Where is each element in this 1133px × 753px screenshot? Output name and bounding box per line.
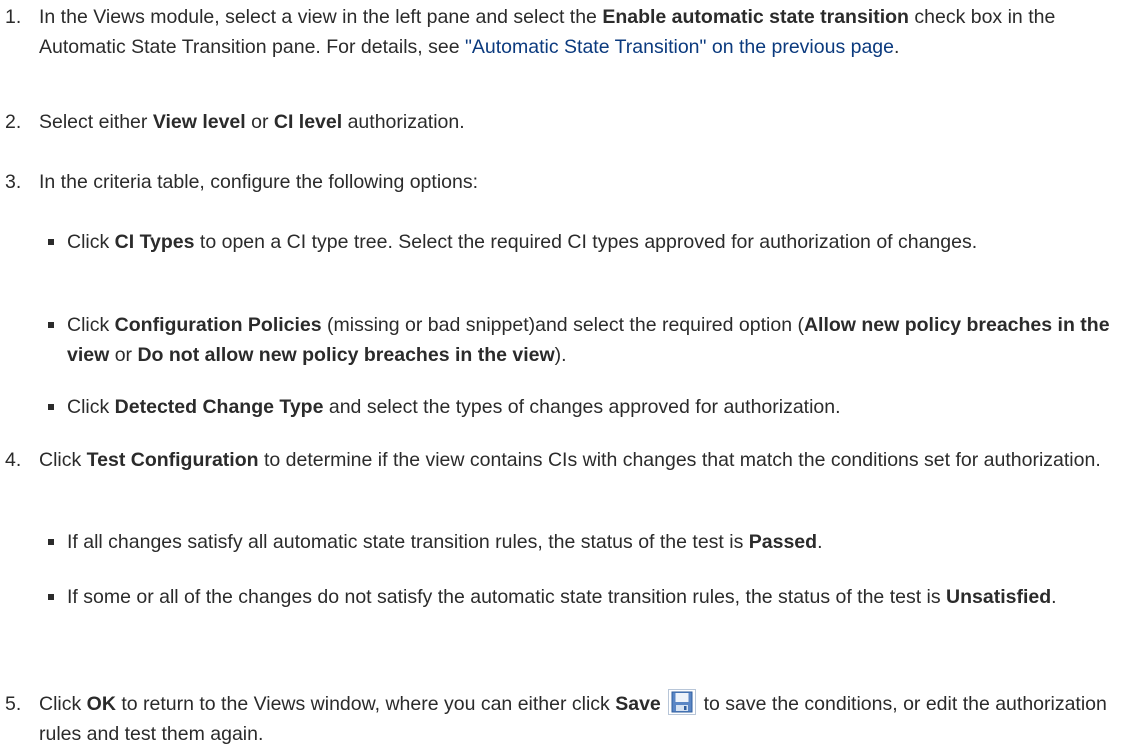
document-page: 1. In the Views module, select a view in… xyxy=(0,0,1133,753)
bullet-ci-types: Click CI Types to open a CI type tree. S… xyxy=(0,227,1120,257)
step-number: 5. xyxy=(5,693,22,715)
step-number: 2. xyxy=(5,111,22,133)
ui-term: Passed xyxy=(748,531,818,553)
save-icon[interactable] xyxy=(668,689,697,715)
text-run: . xyxy=(817,531,823,553)
bullet-configuration-policies: Click Configuration Policies (missing or… xyxy=(0,310,1120,370)
ui-term: CI level xyxy=(273,111,343,133)
ui-term: CI Types xyxy=(114,231,195,253)
bullet-text: Click Detected Change Type and select th… xyxy=(67,392,1120,422)
bullet-text: If all changes satisfy all automatic sta… xyxy=(67,527,1120,557)
text-run: and select the types of changes approved… xyxy=(323,396,841,418)
step-2: 2. Select either View level or CI level … xyxy=(0,107,1120,137)
bullet-marker xyxy=(48,539,54,545)
text-run: to open a CI type tree. Select the requi… xyxy=(194,231,978,253)
ui-term: Configuration Policies xyxy=(114,314,322,336)
text-run: Click xyxy=(39,693,87,715)
text-run: Click xyxy=(67,231,115,253)
step-number: 4. xyxy=(5,449,22,471)
bullet-marker xyxy=(48,404,54,410)
text-run: Select either xyxy=(39,111,153,133)
step-text: Click Test Configuration to determine if… xyxy=(39,445,1120,475)
text-run: to return to the Views window, where you… xyxy=(115,693,616,715)
step-text: Select either View level or CI level aut… xyxy=(39,107,1120,137)
ui-term: Unsatisfied xyxy=(946,586,1052,608)
step-1: 1. In the Views module, select a view in… xyxy=(0,2,1120,62)
text-run: . xyxy=(1051,586,1057,608)
ui-term: Test Configuration xyxy=(86,449,259,471)
step-4: 4. Click Test Configuration to determine… xyxy=(0,445,1120,475)
step-number: 1. xyxy=(5,6,22,28)
text-run: In the criteria table, configure the fol… xyxy=(39,171,479,193)
text-run: to determine if the view contains CIs wi… xyxy=(258,449,1101,471)
text-run: (missing or bad snippet)and select the r… xyxy=(321,314,804,336)
ui-term: OK xyxy=(86,693,116,715)
text-run: Click xyxy=(39,449,87,471)
ui-term: Save xyxy=(615,693,661,715)
bullet-marker xyxy=(48,322,54,328)
text-run: Click xyxy=(67,314,115,336)
text-run: If some or all of the changes do not sat… xyxy=(67,586,947,608)
ui-term: Detected Change Type xyxy=(114,396,324,418)
text-run xyxy=(661,693,666,715)
text-run: or xyxy=(109,344,138,366)
bullet-marker xyxy=(48,239,54,245)
bullet-passed: If all changes satisfy all automatic sta… xyxy=(0,527,1120,557)
text-run: In the Views module, select a view in th… xyxy=(39,6,603,28)
step-text: In the Views module, select a view in th… xyxy=(39,2,1120,62)
text-run: or xyxy=(245,111,274,133)
bullet-detected-change-type: Click Detected Change Type and select th… xyxy=(0,392,1120,422)
text-run: If all changes satisfy all automatic sta… xyxy=(67,531,749,553)
bullet-text: Click Configuration Policies (missing or… xyxy=(67,310,1120,370)
bullet-text: If some or all of the changes do not sat… xyxy=(67,582,1120,612)
step-text: Click OK to return to the Views window, … xyxy=(39,689,1120,749)
bullet-marker xyxy=(48,594,54,600)
text-run: . xyxy=(894,36,900,58)
step-number: 3. xyxy=(5,171,22,193)
cross-reference-link[interactable]: "Automatic State Transition" on the prev… xyxy=(465,36,894,58)
text-run: Click xyxy=(67,396,115,418)
bullet-unsatisfied: If some or all of the changes do not sat… xyxy=(0,582,1120,612)
ui-term: Do not allow new policy breaches in the … xyxy=(137,344,555,366)
text-run: ). xyxy=(554,344,567,366)
text-run: authorization. xyxy=(342,111,465,133)
ui-term: View level xyxy=(152,111,246,133)
step-5: 5. Click OK to return to the Views windo… xyxy=(0,689,1120,749)
step-text: In the criteria table, configure the fol… xyxy=(39,167,1120,197)
bullet-text: Click CI Types to open a CI type tree. S… xyxy=(67,227,1120,257)
ui-term: Enable automatic state transition xyxy=(602,6,909,28)
step-3: 3. In the criteria table, configure the … xyxy=(0,167,1120,197)
